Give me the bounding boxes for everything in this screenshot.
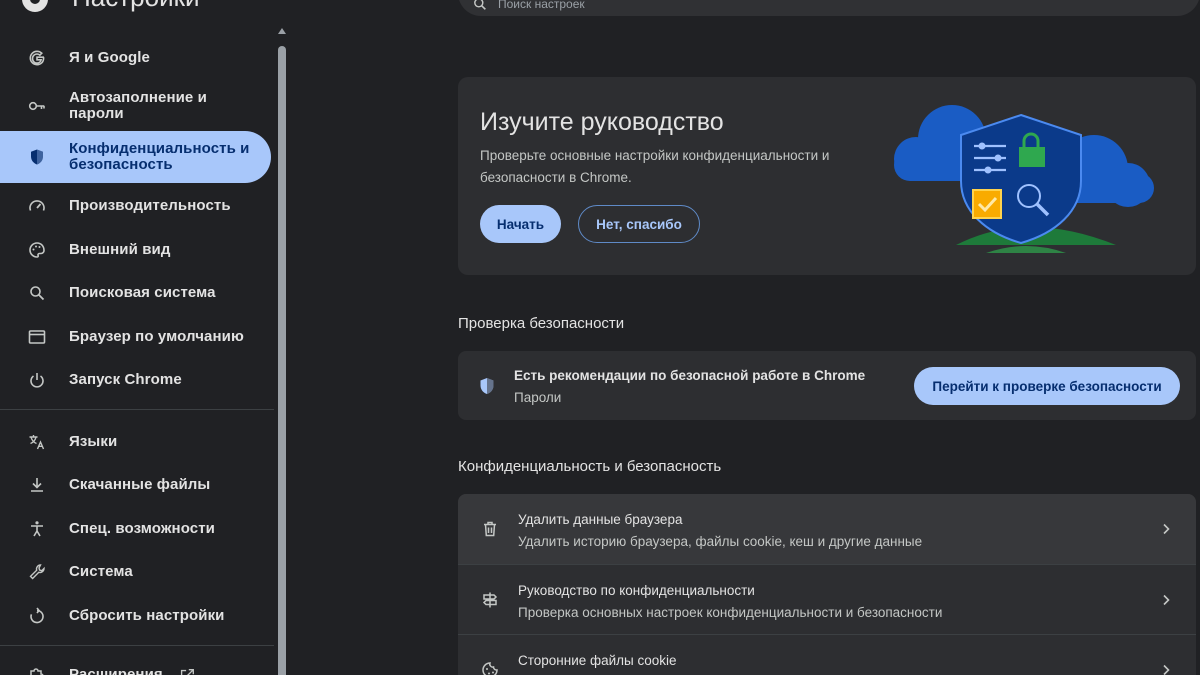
row-subtitle: Проверка основных настроек конфиденциаль… [518, 605, 943, 620]
scrollbar-thumb[interactable] [278, 46, 286, 675]
sidebar-item-label: Языки [69, 433, 118, 450]
sidebar-item-label: Я и Google [69, 49, 151, 66]
sidebar-item-label: Автозаполнение и пароли [69, 89, 207, 122]
sidebar-item-label: Поисковая система [69, 284, 216, 301]
row-subtitle: Удалить историю браузера, файлы cookie, … [518, 534, 923, 549]
settings-search[interactable] [458, 0, 1200, 16]
signpost-icon [480, 590, 500, 610]
row-title: Удалить данные браузера [518, 512, 683, 527]
palette-icon [26, 239, 48, 261]
sidebar-item-downloads[interactable]: Скачанные файлы [0, 474, 271, 496]
sidebar-item-languages[interactable]: Языки [0, 431, 271, 453]
scroll-up-arrow-icon[interactable] [278, 28, 286, 34]
speedometer-icon [26, 195, 48, 217]
sidebar-divider [0, 409, 274, 410]
power-icon [26, 369, 48, 391]
safety-check-card: Есть рекомендации по безопасной работе в… [458, 351, 1196, 420]
download-icon [26, 474, 48, 496]
reset-icon [26, 605, 48, 627]
google-g-icon [26, 47, 48, 69]
sidebar-item-label: Система [69, 563, 133, 580]
sidebar-item-reset[interactable]: Сбросить настройки [0, 605, 271, 627]
wrench-icon [26, 561, 48, 583]
sidebar-item-extensions[interactable]: Расширения [0, 664, 271, 675]
go-to-safety-check-button[interactable]: Перейти к проверке безопасности [914, 367, 1180, 405]
dismiss-guide-button[interactable]: Нет, спасибо [578, 205, 700, 243]
privacy-section-title: Конфиденциальность и безопасность [458, 458, 722, 475]
sidebar-item-privacy[interactable]: Конфиденциальность и безопасность [0, 131, 271, 183]
chevron-right-icon [1158, 662, 1174, 675]
shield-check-icon [477, 376, 497, 396]
sidebar-item-you-and-google[interactable]: Я и Google [0, 47, 271, 69]
privacy-guide-promo-card: Изучите руководство Проверьте основные н… [458, 77, 1196, 275]
sidebar-scrollbar[interactable] [275, 28, 289, 675]
chevron-right-icon [1158, 592, 1174, 608]
row-title: Руководство по конфиденциальности [518, 583, 755, 598]
guide-description: Проверьте основные настройки конфиденциа… [480, 148, 830, 185]
accessibility-icon [26, 518, 48, 540]
sidebar-item-label: Внешний вид [69, 241, 171, 258]
search-icon [472, 0, 488, 12]
sidebar-item-accessibility[interactable]: Спец. возможности [0, 518, 271, 540]
start-guide-button[interactable]: Начать [480, 205, 561, 243]
sidebar-item-search-engine[interactable]: Поисковая система [0, 282, 271, 304]
search-input[interactable] [498, 0, 798, 14]
sidebar-item-system[interactable]: Система [0, 561, 271, 583]
sidebar-item-autofill[interactable]: Автозаполнение и пароли [0, 90, 271, 122]
trash-icon [480, 519, 500, 539]
search-icon [26, 282, 48, 304]
privacy-guide-illustration-icon [894, 105, 1154, 253]
sidebar-item-label: Сбросить настройки [69, 607, 225, 624]
key-icon [26, 95, 48, 117]
translate-icon [26, 431, 48, 453]
clear-browsing-data-row[interactable]: Удалить данные браузера Удалить историю … [458, 494, 1196, 564]
sidebar-divider [0, 645, 274, 646]
sidebar-item-label: Производительность [69, 197, 231, 214]
privacy-settings-list: Удалить данные браузера Удалить историю … [458, 494, 1196, 675]
app-title: Настройки [72, 0, 200, 13]
third-party-cookies-row[interactable]: Сторонние файлы cookie [458, 635, 1196, 675]
sidebar-item-label: Расширения [69, 666, 163, 675]
shield-icon [26, 146, 48, 168]
cookie-icon [480, 660, 500, 675]
sidebar: Настройки Я и Google Автозаполнение и па… [0, 0, 290, 675]
sidebar-item-label: Браузер по умолчанию [69, 328, 244, 345]
sidebar-item-appearance[interactable]: Внешний вид [0, 239, 271, 261]
sidebar-item-label: Скачанные файлы [69, 476, 211, 493]
guide-title: Изучите руководство [480, 108, 724, 136]
sidebar-item-performance[interactable]: Производительность [0, 195, 271, 217]
sidebar-item-default-browser[interactable]: Браузер по умолчанию [0, 326, 271, 348]
safety-check-section-title: Проверка безопасности [458, 315, 625, 332]
extension-icon [26, 664, 48, 675]
safety-check-subtext: Пароли [514, 390, 562, 405]
sidebar-item-label: Запуск Chrome [69, 371, 182, 388]
chrome-logo-icon [22, 0, 48, 12]
browser-window-icon [26, 326, 48, 348]
sidebar-item-on-startup[interactable]: Запуск Chrome [0, 369, 271, 391]
safety-check-message: Есть рекомендации по безопасной работе в… [514, 368, 866, 383]
chevron-right-icon [1158, 521, 1174, 537]
sidebar-item-label: Конфиденциальность и безопасность [69, 140, 250, 173]
app-header: Настройки [0, 0, 290, 16]
sidebar-item-label: Спец. возможности [69, 520, 215, 537]
privacy-guide-row[interactable]: Руководство по конфиденциальности Провер… [458, 565, 1196, 635]
row-title: Сторонние файлы cookie [518, 653, 677, 668]
open-in-new-icon [178, 667, 196, 675]
